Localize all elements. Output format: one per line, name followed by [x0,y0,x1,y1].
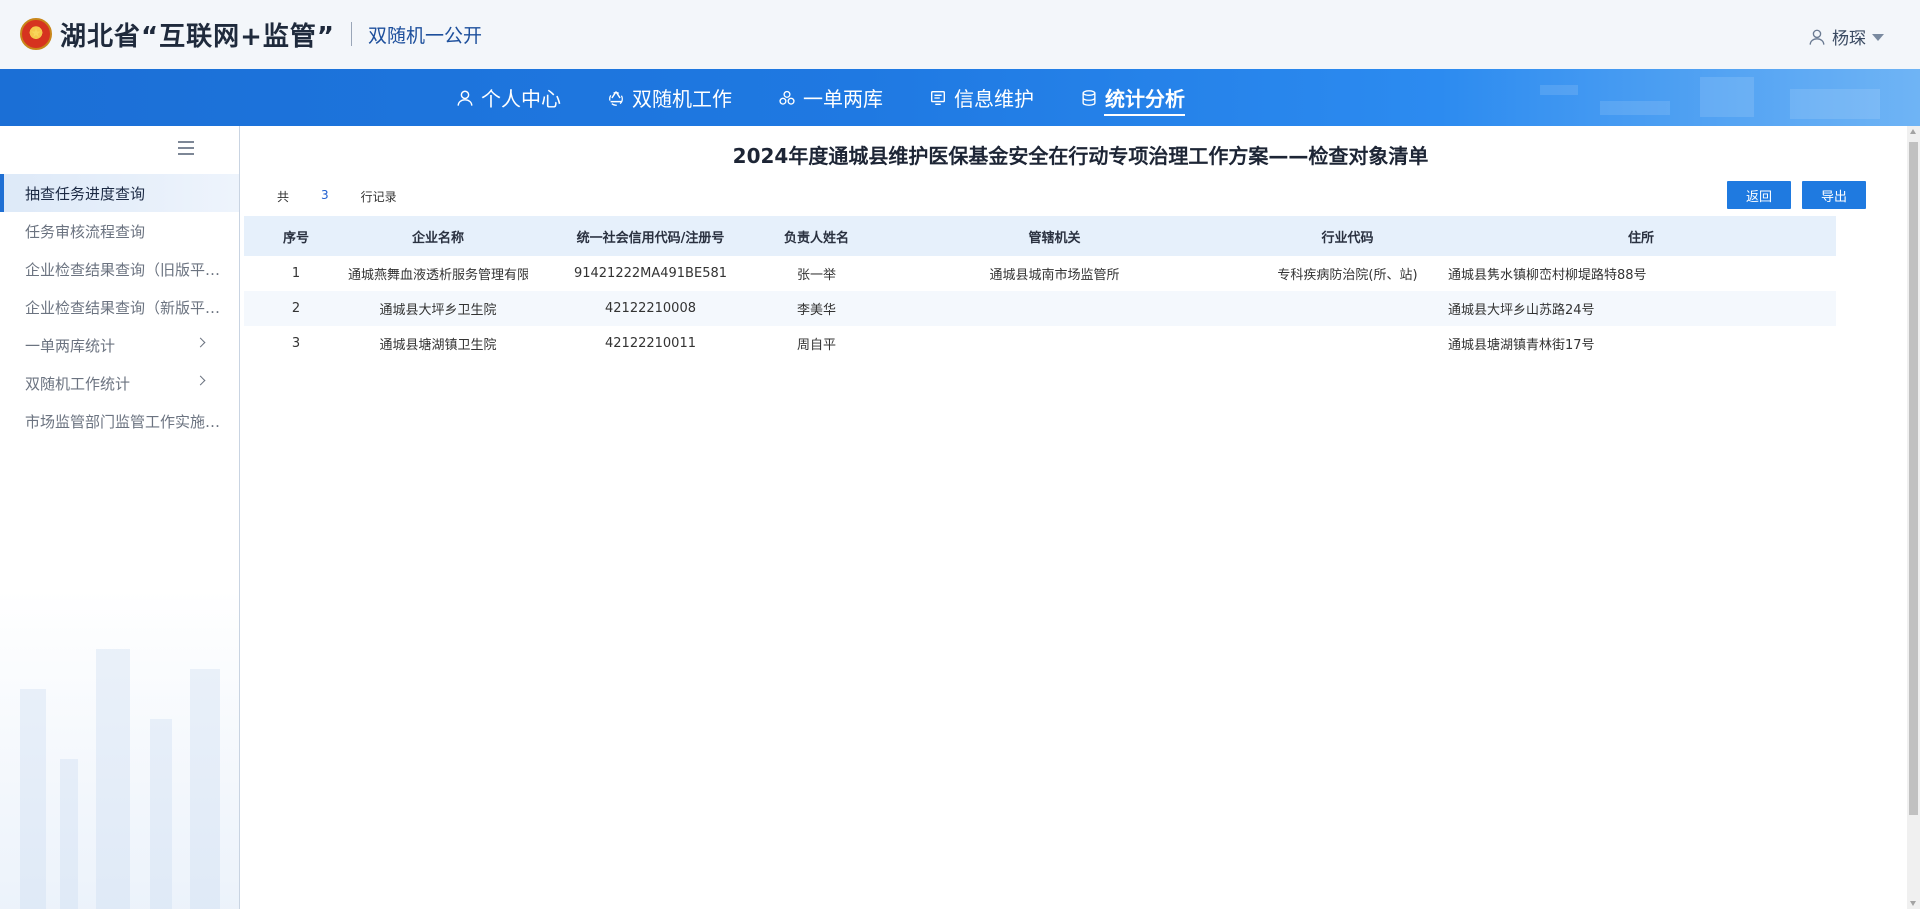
nav-item-label: 一单两库 [803,87,883,111]
cell-address: 通城县大坪乡山苏路24号 [1446,291,1836,326]
cell-authority [860,291,1249,326]
cell-person-in-charge: 周自平 [796,338,836,353]
back-button[interactable]: 返回 [1727,181,1791,209]
national-emblem-icon [20,18,52,50]
user-name: 杨琛 [1832,29,1866,49]
inspection-table: 序号 企业名称 统一社会信用代码/注册号 负责人姓名 管辖机关 行业代码 住所 … [244,216,1836,361]
sidebar-item-label: 一单两库统计 [25,336,116,355]
page-title: 2024年度通城县维护医保基金安全在行动专项治理工作方案——检查对象清单 [732,144,1429,168]
cell-index: 3 [291,336,301,351]
nav-decoration [1790,89,1880,119]
brand[interactable]: 湖北省“互联网+监管” 双随机一公开 [20,16,482,52]
nav-item-statistics[interactable]: 统计分析 [1080,69,1185,126]
cell-address: 通城县塘湖镇青林街17号 [1448,338,1595,353]
chevron-right-icon [195,337,206,348]
cell-credit-code: 42122210011 [605,336,696,351]
caret-down-icon [1872,34,1884,41]
sidebar-item-task-progress[interactable]: 抽查任务进度查询 [0,174,239,212]
brand-divider [350,22,352,46]
nav-item-label: 统计分析 [1105,87,1185,111]
column-header: 住所 [1446,216,1836,256]
sidebar-item-market-supervision[interactable]: 市场监管部门监管工作实施情况 [0,402,239,440]
sidebar-item-one-list-stats[interactable]: 一单两库统计 [0,326,239,364]
sidebar-item-label: 抽查任务进度查询 [25,184,146,203]
brand-title: 湖北省“互联网+监管” [60,21,335,52]
column-header: 统一社会信用代码/注册号 [528,216,773,256]
record-count: 共 3 行记录 [277,188,397,205]
sidebar-item-result-old[interactable]: 企业检查结果查询（旧版平台） [0,250,239,288]
cell-company-name: 通城燕舞血液透析服务管理有限公司 [348,268,528,283]
sidebar-item-result-new[interactable]: 企业检查结果查询（新版平台） [0,288,239,326]
main-nav: 个人中心 双随机工作 一单两库 信息维护 统计分析 [456,69,1231,126]
sidebar-decoration [0,589,239,909]
column-header: 企业名称 [348,216,528,256]
cell-industry-code [1249,291,1446,326]
cell-index: 1 [291,266,301,281]
cell-industry-code: 专科疾病防治院(所、站) [1277,268,1418,283]
table-row[interactable]: 3 通城县塘湖镇卫生院 42122210011 周自平 通城县塘湖镇青林街17号 [244,326,1836,361]
nav-item-label: 信息维护 [954,87,1034,111]
count-suffix: 行记录 [360,190,397,204]
document-icon [931,90,945,105]
sidebar-item-label: 双随机工作统计 [25,374,131,393]
sidebar-item-label: 企业检查结果查询（新版平台） [25,298,233,317]
sidebar-item-review-flow[interactable]: 任务审核流程查询 [0,212,239,250]
cell-credit-code: 42122210008 [528,291,773,326]
nav-item-label: 个人中心 [481,87,561,111]
database-icon [1082,89,1096,106]
column-header: 管辖机关 [860,216,1249,256]
column-header: 行业代码 [1249,216,1446,256]
scroll-up-icon[interactable] [1910,129,1916,134]
cell-credit-code: 91421222MA491BE581 [573,266,728,281]
cell-company-name: 通城县大坪乡卫生院 [348,291,528,326]
nav-decoration [1540,85,1578,95]
vertical-scrollbar[interactable] [1907,126,1920,909]
sidebar-item-double-random-stats[interactable]: 双随机工作统计 [0,364,239,402]
nav-decoration [1600,101,1670,115]
user-icon [1809,29,1825,45]
cell-authority: 通城县城南市场监管所 [989,268,1120,283]
export-button[interactable]: 导出 [1802,181,1866,209]
sidebar: 抽查任务进度查询 任务审核流程查询 企业检查结果查询（旧版平台） 企业检查结果查… [0,126,240,909]
cell-company-name: 通城县塘湖镇卫生院 [379,338,497,353]
nav-item-personal-center[interactable]: 个人中心 [456,69,561,126]
cell-index: 2 [244,291,348,326]
nav-item-double-random[interactable]: 双随机工作 [607,69,732,126]
user-icon [457,90,473,106]
table-row[interactable]: 1 通城燕舞血液透析服务管理有限公司 91421222MA491BE581 张一… [244,256,1836,291]
cell-person-in-charge: 张一举 [796,268,836,283]
table-header-row: 序号 企业名称 统一社会信用代码/注册号 负责人姓名 管辖机关 行业代码 住所 [244,216,1836,256]
nav-decoration [1700,77,1754,117]
main-nav-bar: 个人中心 双随机工作 一单两库 信息维护 统计分析 [0,69,1920,126]
sidebar-item-label: 企业检查结果查询（旧版平台） [25,260,233,279]
count-prefix: 共 [277,190,290,204]
column-header: 负责人姓名 [773,216,860,256]
cell-address: 通城县隽水镇柳峦村柳堤路特88号 [1448,268,1647,283]
scroll-down-icon[interactable] [1910,901,1916,906]
chevron-right-icon [195,375,206,386]
cluster-icon [779,90,795,105]
cell-industry-code [1249,326,1446,361]
nav-item-info-maintenance[interactable]: 信息维护 [929,69,1034,126]
cell-person-in-charge: 李美华 [773,291,860,326]
table-row[interactable]: 2 通城县大坪乡卫生院 42122210008 李美华 通城县大坪乡山苏路24号 [244,291,1836,326]
column-header: 序号 [244,216,348,256]
menu-toggle-icon[interactable] [178,141,194,155]
nav-item-one-list-two-libraries[interactable]: 一单两库 [778,69,883,126]
sidebar-menu: 抽查任务进度查询 任务审核流程查询 企业检查结果查询（旧版平台） 企业检查结果查… [0,174,239,440]
user-menu[interactable]: 杨琛 [1808,24,1884,49]
main-content: 2024年度通城县维护医保基金安全在行动专项治理工作方案——检查对象清单 共 3… [241,126,1907,909]
brand-subtitle: 双随机一公开 [367,24,482,47]
top-header: 湖北省“互联网+监管” 双随机一公开 杨琛 [0,0,1920,69]
cell-authority [860,326,1249,361]
count-value: 3 [321,188,329,202]
recycle-icon [609,90,623,106]
sidebar-item-label: 市场监管部门监管工作实施情况 [25,412,233,431]
scrollbar-thumb[interactable] [1909,142,1918,815]
nav-item-label: 双随机工作 [632,87,732,111]
sidebar-item-label: 任务审核流程查询 [25,222,146,241]
